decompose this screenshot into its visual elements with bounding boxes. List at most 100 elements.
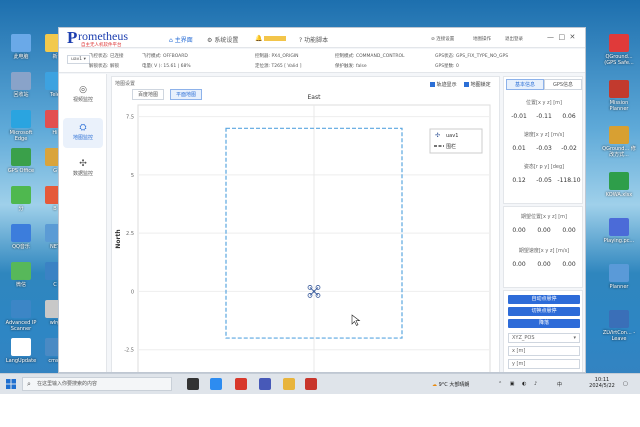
desktop-icon-label: QGround... (GPS Safe... [604, 54, 634, 66]
desktop-icon[interactable]: 回收站 [4, 72, 38, 98]
tray-icons[interactable]: ⌃ ▣ ◐ ♪ [498, 381, 540, 387]
desktop-icon-label: GPS Office [7, 168, 35, 174]
app-icon [11, 148, 31, 166]
status-value: 解锁 [108, 64, 119, 69]
desktop-icon-label: Advanced IP Scanner [5, 320, 37, 332]
auto-hover-button[interactable]: 自动点悬停 [508, 295, 580, 304]
desktop-icon-label: QGround... 修改方式... [602, 146, 636, 158]
desktop-icon-label: Microsoft Edge [9, 130, 33, 142]
app-red-icon[interactable] [235, 378, 247, 390]
desktop-icon[interactable]: KOWA.xlsx [600, 172, 638, 198]
desktop-icon[interactable]: 此电脑 [4, 34, 38, 60]
basic-info-card: 基本信息 GPS信息 位置[x y z] [m] -0.01 -0.11 0.06 速度… [503, 76, 583, 204]
uav-select[interactable]: uav1 ▾ [67, 55, 90, 64]
velocity-value: 0.01 [512, 145, 526, 152]
switch-hover-button[interactable]: 切换点悬停 [508, 307, 580, 316]
position-value: -0.01 [511, 113, 527, 120]
clock[interactable]: 10:11 2024/5/22 [588, 377, 616, 389]
windows-icon [6, 379, 16, 389]
nav-home[interactable]: ⌂ 主界面 [169, 35, 193, 44]
land-button[interactable]: 降落 [508, 319, 580, 328]
desktop-icon-label: Planner [609, 284, 629, 290]
desktop-icon[interactable]: QGround... (GPS Safe... [600, 34, 638, 66]
settings-icon: ⚙ [207, 37, 213, 44]
search-icon: ⌕ [27, 380, 31, 388]
status-item: 电量( V ): 15.61 | 68% [142, 63, 191, 69]
edge-icon[interactable] [210, 378, 222, 390]
desktop-icon[interactable]: Mission Planner [600, 80, 638, 112]
desktop-icon-label: 此电脑 [13, 54, 29, 60]
page-bottom-margin [0, 394, 640, 427]
ime-indicator[interactable]: 中 [557, 381, 562, 388]
desktop-icon[interactable]: GPS Office [4, 148, 38, 174]
app-icon [11, 338, 31, 356]
target-position-value: 0.00 [537, 227, 551, 234]
nav-scripts[interactable]: ? 功能脚本 [299, 35, 328, 44]
status-item: 飞控状态: 已连接 [89, 53, 123, 59]
sidebar-item-data[interactable]: ✣ 数据监控 [63, 154, 103, 184]
nav-settings[interactable]: ⚙ 系统设置 [207, 35, 238, 44]
x-input[interactable]: x [m] [508, 346, 580, 356]
mode-select[interactable]: XYZ_POS ▾ [508, 333, 580, 343]
desktop-icon[interactable]: QGround... 修改方式... [600, 126, 638, 158]
prometheus-taskbar-icon[interactable] [305, 378, 317, 390]
folder-icon[interactable] [283, 378, 295, 390]
attitude-value: -118.10 [557, 177, 581, 184]
desktop-icon-label: Mission Planner [609, 100, 629, 112]
tab-gps-info[interactable]: GPS信息 [544, 79, 582, 90]
desktop-icon[interactable]: QQ音乐 [4, 224, 38, 250]
app-icon [11, 34, 31, 52]
app-icon [609, 264, 629, 282]
desktop-icon[interactable]: ZLVirtCon... - Leave [600, 310, 638, 342]
app-icon [11, 72, 31, 90]
tab-basic-info[interactable]: 基本信息 [506, 79, 544, 90]
desktop-icon[interactable]: Playing.pc... [600, 218, 638, 244]
desktop-icon-label: 分 [18, 206, 24, 212]
map-ops-link[interactable]: 地图操作 [473, 36, 491, 42]
velocity-value: -0.02 [561, 145, 577, 152]
app-blue-icon[interactable] [259, 378, 271, 390]
weather-status[interactable]: ☁ 9°C 大部晴朗 [432, 381, 469, 388]
status-value: GPS_FIX_TYPE_NO_GPS [454, 54, 509, 59]
app-icon [11, 186, 31, 204]
desktop-icon[interactable]: 微信 [4, 262, 38, 288]
window-controls[interactable]: — □ ✕ [547, 33, 575, 41]
map-chart[interactable]: -2.5 0 2.5 5 7.5 East North ✣ uav1 围栏 [112, 77, 501, 373]
attitude-title: 姿态[r p y] [deg] [523, 164, 565, 170]
map-panel: 地图设置 百度地图 平面地图 轨迹显示 地图锁定 -2.5 0 2.5 5 7.5 Eas… [111, 76, 501, 373]
desktop-icon[interactable]: Advanced IP Scanner [4, 300, 38, 332]
y-tick-label: -2.5 [124, 348, 134, 354]
connect-settings-link[interactable]: ⊘ 连接设置 [431, 36, 454, 42]
nav-bell[interactable]: 🔔 [255, 35, 287, 42]
target-velocity-value: 0.00 [537, 261, 551, 268]
y-tick-label: 7.5 [126, 115, 134, 121]
sidebar: ◎ 视频监控 ⛭ 地图监控 ✣ 数据监控 [59, 74, 107, 372]
taskbar-search[interactable]: ⌕ 在这里输入你要搜索的内容 [22, 377, 172, 391]
status-bar: uav1 ▾ 飞控状态: 已连接 飞行模式: OFFBOARD 控制器: PX4_O… [59, 49, 585, 73]
status-label: 定位源: [255, 64, 271, 69]
attitude-value: 0.12 [512, 177, 526, 184]
desktop-icon[interactable]: 分 [4, 186, 38, 212]
velocity-value: -0.03 [536, 145, 552, 152]
status-label: GPS状态: [435, 54, 455, 59]
attitude-value: -0.05 [536, 177, 552, 184]
desktop-icon[interactable]: Microsoft Edge [4, 110, 38, 142]
notification-icon[interactable]: ▢ [623, 381, 628, 387]
start-button[interactable] [6, 379, 16, 389]
sidebar-item-map[interactable]: ⛭ 地图监控 [63, 118, 103, 148]
desktop-icon[interactable]: Planner [600, 264, 638, 290]
top-bar: P rometheus 自主无人机软件平台 ⌂ 主界面 ⚙ 系统设置 🔔 ? 功… [59, 28, 585, 48]
status-item: 保护触发: false [335, 63, 367, 69]
app-icon [609, 218, 629, 236]
desktop-icon-label: KOWA.xlsx [605, 192, 633, 198]
taskview-icon[interactable] [187, 378, 199, 390]
y-tick-label: 0 [131, 289, 134, 295]
app-icon [609, 34, 629, 52]
control-card: 自动点悬停 切换点悬停 降落 XYZ_POS ▾ x [m] y [m] [503, 290, 583, 372]
sidebar-item-video[interactable]: ◎ 视频监控 [63, 80, 103, 110]
logout-link[interactable]: 退出登录 [505, 36, 523, 42]
legend-uav-symbol: ✣ [435, 132, 440, 139]
desktop-icon[interactable]: LangUpdate [4, 338, 38, 364]
status-label: 电量( V ): [142, 64, 162, 69]
y-input[interactable]: y [m] [508, 359, 580, 369]
